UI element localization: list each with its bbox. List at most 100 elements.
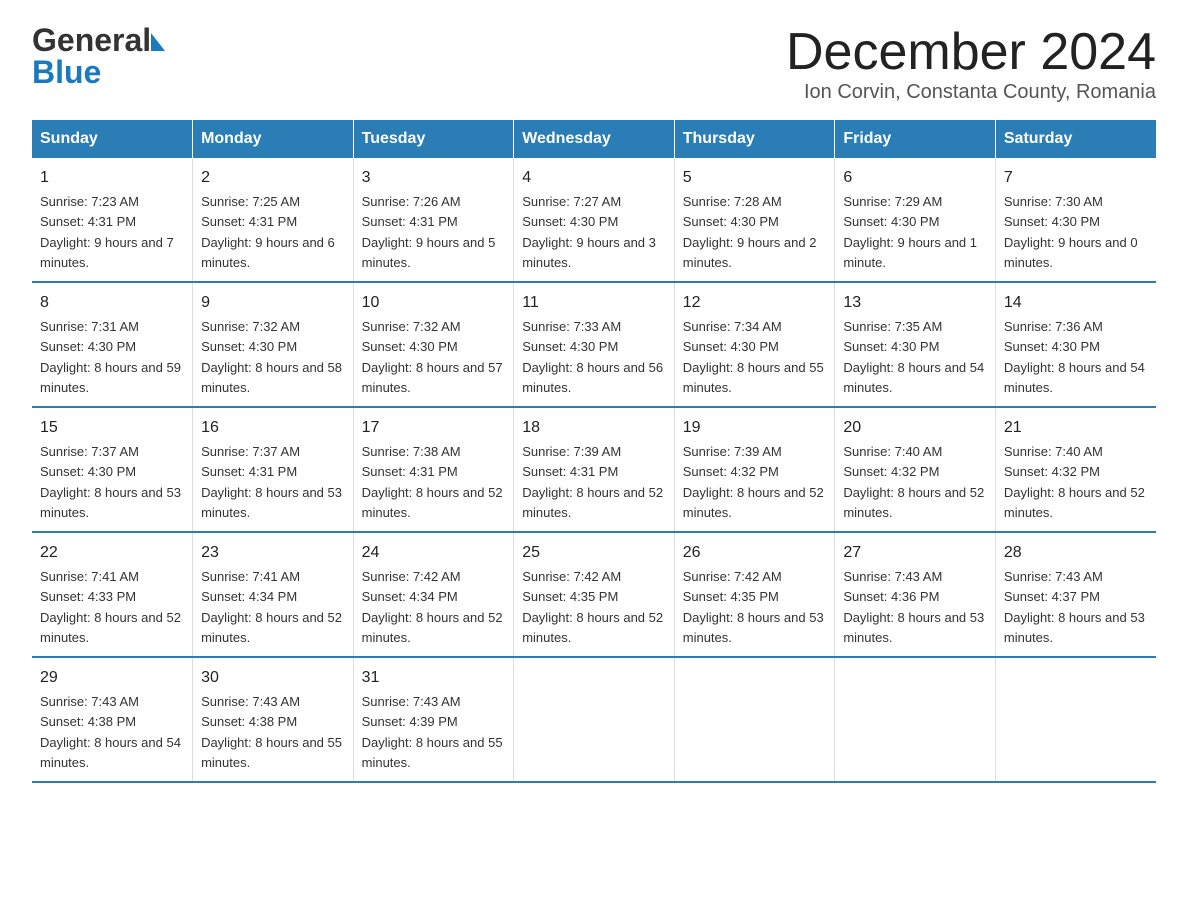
day-number: 11 [522, 291, 666, 315]
day-number: 16 [201, 416, 345, 440]
day-info: Sunrise: 7:37 AMSunset: 4:31 PMDaylight:… [201, 444, 342, 520]
day-cell: 31 Sunrise: 7:43 AMSunset: 4:39 PMDayligh… [353, 657, 514, 782]
day-number: 21 [1004, 416, 1148, 440]
day-number: 27 [843, 541, 987, 565]
day-info: Sunrise: 7:43 AMSunset: 4:38 PMDaylight:… [201, 694, 342, 770]
day-info: Sunrise: 7:35 AMSunset: 4:30 PMDaylight:… [843, 319, 984, 395]
day-cell: 8 Sunrise: 7:31 AMSunset: 4:30 PMDaylight… [32, 282, 193, 407]
day-info: Sunrise: 7:32 AMSunset: 4:30 PMDaylight:… [362, 319, 503, 395]
day-cell: 1 Sunrise: 7:23 AMSunset: 4:31 PMDaylight… [32, 158, 193, 282]
day-cell: 29 Sunrise: 7:43 AMSunset: 4:38 PMDayligh… [32, 657, 193, 782]
week-row-5: 29 Sunrise: 7:43 AMSunset: 4:38 PMDayligh… [32, 657, 1156, 782]
col-thursday: Thursday [674, 120, 835, 158]
day-info: Sunrise: 7:43 AMSunset: 4:36 PMDaylight:… [843, 569, 984, 645]
day-info: Sunrise: 7:23 AMSunset: 4:31 PMDaylight:… [40, 194, 174, 270]
day-info: Sunrise: 7:33 AMSunset: 4:30 PMDaylight:… [522, 319, 663, 395]
logo: General Blue [32, 24, 165, 88]
day-number: 10 [362, 291, 506, 315]
day-cell: 15Sunrise: 7:37 AMSunset: 4:30 PMDayligh… [32, 407, 193, 532]
day-cell: 19Sunrise: 7:39 AMSunset: 4:32 PMDayligh… [674, 407, 835, 532]
day-cell: 13 Sunrise: 7:35 AMSunset: 4:30 PMDayligh… [835, 282, 996, 407]
day-info: Sunrise: 7:29 AMSunset: 4:30 PMDaylight:… [843, 194, 977, 270]
day-cell: 22 Sunrise: 7:41 AMSunset: 4:33 PMDayligh… [32, 532, 193, 657]
day-number: 24 [362, 541, 506, 565]
page-header: General Blue December 2024 Ion Corvin, C… [32, 24, 1156, 104]
day-info: Sunrise: 7:25 AMSunset: 4:31 PMDaylight:… [201, 194, 335, 270]
day-info: Sunrise: 7:37 AMSunset: 4:30 PMDaylight:… [40, 444, 181, 520]
day-info: Sunrise: 7:41 AMSunset: 4:33 PMDaylight:… [40, 569, 181, 645]
title-block: December 2024 Ion Corvin, Constanta Coun… [786, 24, 1156, 104]
day-cell: 24 Sunrise: 7:42 AMSunset: 4:34 PMDayligh… [353, 532, 514, 657]
day-info: Sunrise: 7:42 AMSunset: 4:34 PMDaylight:… [362, 569, 503, 645]
day-info: Sunrise: 7:30 AMSunset: 4:30 PMDaylight:… [1004, 194, 1138, 270]
day-cell: 26 Sunrise: 7:42 AMSunset: 4:35 PMDayligh… [674, 532, 835, 657]
day-info: Sunrise: 7:43 AMSunset: 4:39 PMDaylight:… [362, 694, 503, 770]
day-cell: 21Sunrise: 7:40 AMSunset: 4:32 PMDayligh… [995, 407, 1156, 532]
calendar-subtitle: Ion Corvin, Constanta County, Romania [786, 81, 1156, 104]
week-row-4: 22 Sunrise: 7:41 AMSunset: 4:33 PMDayligh… [32, 532, 1156, 657]
day-cell [995, 657, 1156, 782]
day-number: 29 [40, 666, 184, 690]
day-number: 8 [40, 291, 184, 315]
week-row-2: 8 Sunrise: 7:31 AMSunset: 4:30 PMDaylight… [32, 282, 1156, 407]
day-cell: 5Sunrise: 7:28 AMSunset: 4:30 PMDaylight… [674, 158, 835, 282]
day-info: Sunrise: 7:42 AMSunset: 4:35 PMDaylight:… [522, 569, 663, 645]
week-row-1: 1 Sunrise: 7:23 AMSunset: 4:31 PMDaylight… [32, 158, 1156, 282]
day-cell: 23 Sunrise: 7:41 AMSunset: 4:34 PMDayligh… [193, 532, 354, 657]
day-number: 14 [1004, 291, 1148, 315]
day-info: Sunrise: 7:27 AMSunset: 4:30 PMDaylight:… [522, 194, 656, 270]
day-cell: 25 Sunrise: 7:42 AMSunset: 4:35 PMDayligh… [514, 532, 675, 657]
day-info: Sunrise: 7:36 AMSunset: 4:30 PMDaylight:… [1004, 319, 1145, 395]
day-number: 19 [683, 416, 827, 440]
day-info: Sunrise: 7:41 AMSunset: 4:34 PMDaylight:… [201, 569, 342, 645]
day-number: 17 [362, 416, 506, 440]
day-info: Sunrise: 7:39 AMSunset: 4:31 PMDaylight:… [522, 444, 663, 520]
day-cell: 28 Sunrise: 7:43 AMSunset: 4:37 PMDayligh… [995, 532, 1156, 657]
header-row: Sunday Monday Tuesday Wednesday Thursday… [32, 120, 1156, 158]
day-cell: 18 Sunrise: 7:39 AMSunset: 4:31 PMDayligh… [514, 407, 675, 532]
day-number: 12 [683, 291, 827, 315]
day-cell: 6Sunrise: 7:29 AMSunset: 4:30 PMDaylight… [835, 158, 996, 282]
day-info: Sunrise: 7:32 AMSunset: 4:30 PMDaylight:… [201, 319, 342, 395]
calendar-title: December 2024 [786, 24, 1156, 81]
logo-triangle-icon [151, 33, 165, 51]
col-monday: Monday [193, 120, 354, 158]
day-cell: 4 Sunrise: 7:27 AMSunset: 4:30 PMDaylight… [514, 158, 675, 282]
day-info: Sunrise: 7:40 AMSunset: 4:32 PMDaylight:… [843, 444, 984, 520]
day-number: 23 [201, 541, 345, 565]
day-info: Sunrise: 7:43 AMSunset: 4:37 PMDaylight:… [1004, 569, 1145, 645]
day-number: 20 [843, 416, 987, 440]
week-row-3: 15Sunrise: 7:37 AMSunset: 4:30 PMDayligh… [32, 407, 1156, 532]
day-cell [674, 657, 835, 782]
day-number: 25 [522, 541, 666, 565]
day-cell: 30 Sunrise: 7:43 AMSunset: 4:38 PMDayligh… [193, 657, 354, 782]
day-number: 9 [201, 291, 345, 315]
day-number: 22 [40, 541, 184, 565]
day-cell: 11 Sunrise: 7:33 AMSunset: 4:30 PMDayligh… [514, 282, 675, 407]
day-number: 26 [683, 541, 827, 565]
day-cell: 2Sunrise: 7:25 AMSunset: 4:31 PMDaylight… [193, 158, 354, 282]
col-tuesday: Tuesday [353, 120, 514, 158]
day-info: Sunrise: 7:34 AMSunset: 4:30 PMDaylight:… [683, 319, 824, 395]
day-number: 13 [843, 291, 987, 315]
day-number: 1 [40, 166, 184, 190]
day-info: Sunrise: 7:31 AMSunset: 4:30 PMDaylight:… [40, 319, 181, 395]
day-info: Sunrise: 7:42 AMSunset: 4:35 PMDaylight:… [683, 569, 824, 645]
day-number: 28 [1004, 541, 1148, 565]
day-cell: 14 Sunrise: 7:36 AMSunset: 4:30 PMDayligh… [995, 282, 1156, 407]
day-cell: 7 Sunrise: 7:30 AMSunset: 4:30 PMDaylight… [995, 158, 1156, 282]
col-wednesday: Wednesday [514, 120, 675, 158]
col-saturday: Saturday [995, 120, 1156, 158]
calendar-table: Sunday Monday Tuesday Wednesday Thursday… [32, 120, 1156, 783]
day-number: 30 [201, 666, 345, 690]
day-number: 7 [1004, 166, 1148, 190]
day-cell [514, 657, 675, 782]
day-cell: 20 Sunrise: 7:40 AMSunset: 4:32 PMDayligh… [835, 407, 996, 532]
day-number: 18 [522, 416, 666, 440]
day-info: Sunrise: 7:43 AMSunset: 4:38 PMDaylight:… [40, 694, 181, 770]
day-info: Sunrise: 7:28 AMSunset: 4:30 PMDaylight:… [683, 194, 817, 270]
day-number: 4 [522, 166, 666, 190]
day-number: 31 [362, 666, 506, 690]
col-sunday: Sunday [32, 120, 193, 158]
day-cell: 27 Sunrise: 7:43 AMSunset: 4:36 PMDayligh… [835, 532, 996, 657]
